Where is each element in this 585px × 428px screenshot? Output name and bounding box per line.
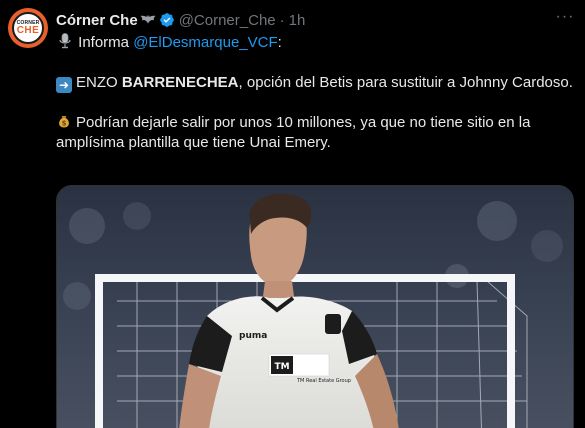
tweet-text: Informa @ElDesmarque_VCF: ➜ ENZO BARRENEC…	[56, 33, 576, 153]
tweet-media-image[interactable]: puma TM TM Real Estate Group	[56, 185, 574, 428]
svg-text:$: $	[62, 120, 67, 128]
club-crest	[325, 314, 341, 334]
paragraph-2: $ Podrían dejarle salir por unos 10 mill…	[56, 113, 576, 153]
informa-suffix: :	[277, 34, 282, 51]
paragraph-2-text: Podrían dejarle salir por unos 10 millon…	[56, 114, 531, 151]
more-options-icon[interactable]: ···	[553, 8, 577, 28]
avatar[interactable]: CORNER CHE	[8, 8, 48, 48]
avatar-logo-main-text: CHE	[16, 24, 40, 36]
shirt-sponsor-badge: TM	[274, 362, 289, 372]
shirt-brand: puma	[239, 331, 267, 341]
mention-link[interactable]: @ElDesmarque_VCF	[133, 34, 277, 51]
tweet-header: Córner Che @Corner_Che · 1h	[56, 10, 575, 30]
verified-badge-icon	[159, 13, 174, 27]
money-bag-icon: $	[59, 116, 69, 128]
right-arrow-icon: ➜	[56, 77, 72, 93]
tweet-time[interactable]: 1h	[289, 12, 306, 29]
separator-dot: ·	[279, 11, 285, 29]
paragraph-1: ➜ ENZO BARRENECHEA, opción del Betis para…	[56, 73, 576, 93]
shirt-sponsor-text: TM Real Estate Group	[296, 378, 351, 384]
author-handle[interactable]: @Corner_Che	[179, 12, 276, 29]
paragraph-1-rest: , opción del Betis para sustituir a John…	[238, 74, 573, 91]
bat-icon	[140, 14, 156, 27]
informa-label: Informa	[74, 34, 134, 51]
paragraph-1-bold: BARRENECHEA	[121, 74, 239, 91]
author-name[interactable]: Córner Che	[56, 12, 138, 29]
informa-line: Informa @ElDesmarque_VCF:	[56, 33, 576, 53]
tweet[interactable]: CORNER CHE Córner Che @Corner_Che · 1h ·…	[0, 0, 585, 428]
player-photo: puma TM TM Real Estate Group	[57, 186, 573, 428]
paragraph-1-prefix: ENZO	[76, 74, 122, 91]
microphone-icon	[59, 33, 71, 49]
avatar-logo: CORNER CHE	[12, 12, 44, 44]
